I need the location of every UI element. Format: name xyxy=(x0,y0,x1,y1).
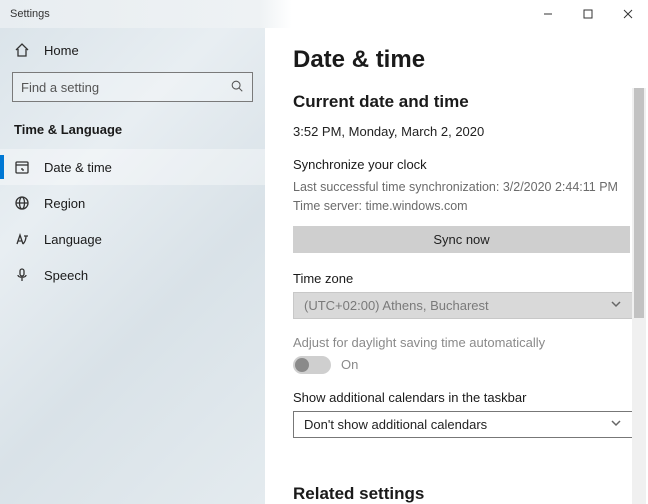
globe-icon xyxy=(14,195,30,211)
minimize-button[interactable] xyxy=(528,0,568,28)
content-pane: Date & time Current date and time 3:52 P… xyxy=(265,28,648,504)
sidebar-category: Time & Language xyxy=(0,112,265,149)
sync-server: Time server: time.windows.com xyxy=(293,197,630,216)
sidebar: Home Time & Language Date & time xyxy=(0,28,265,504)
search-input-wrap[interactable] xyxy=(12,72,253,102)
scrollbar-thumb[interactable] xyxy=(634,88,644,318)
titlebar: Settings xyxy=(0,0,648,28)
sidebar-item-language[interactable]: Language xyxy=(0,221,265,257)
sidebar-item-label: Speech xyxy=(44,268,88,283)
language-icon xyxy=(14,231,30,247)
microphone-icon xyxy=(14,267,30,283)
toggle-track xyxy=(293,356,331,374)
sidebar-item-speech[interactable]: Speech xyxy=(0,257,265,293)
timezone-select[interactable]: (UTC+02:00) Athens, Bucharest xyxy=(293,292,633,319)
current-datetime: 3:52 PM, Monday, March 2, 2020 xyxy=(293,124,630,139)
minimize-icon xyxy=(543,9,553,19)
sidebar-home[interactable]: Home xyxy=(0,34,265,66)
sidebar-item-label: Date & time xyxy=(44,160,112,175)
scrollbar[interactable] xyxy=(632,88,646,504)
calendars-label: Show additional calendars in the taskbar xyxy=(293,390,630,405)
calendars-select[interactable]: Don't show additional calendars xyxy=(293,411,633,438)
close-button[interactable] xyxy=(608,0,648,28)
timezone-label: Time zone xyxy=(293,271,630,286)
related-settings-heading: Related settings xyxy=(293,484,630,504)
close-icon xyxy=(623,9,633,19)
timezone-value: (UTC+02:00) Athens, Bucharest xyxy=(304,298,489,313)
sync-now-button[interactable]: Sync now xyxy=(293,226,630,253)
sidebar-item-region[interactable]: Region xyxy=(0,185,265,221)
home-icon xyxy=(14,42,30,58)
clock-icon xyxy=(14,159,30,175)
sync-last-success: Last successful time synchronization: 3/… xyxy=(293,178,630,197)
page-title: Date & time xyxy=(293,46,630,74)
toggle-thumb xyxy=(295,358,309,372)
dst-state: On xyxy=(341,357,358,372)
maximize-button[interactable] xyxy=(568,0,608,28)
sidebar-item-date-time[interactable]: Date & time xyxy=(0,149,265,185)
chevron-down-icon xyxy=(610,417,622,432)
sidebar-home-label: Home xyxy=(44,43,79,58)
dst-toggle: On xyxy=(293,356,630,374)
sync-clock-heading: Synchronize your clock xyxy=(293,157,630,172)
calendars-value: Don't show additional calendars xyxy=(304,417,487,432)
maximize-icon xyxy=(583,9,593,19)
chevron-down-icon xyxy=(610,298,622,313)
dst-label: Adjust for daylight saving time automati… xyxy=(293,335,630,350)
sidebar-item-label: Language xyxy=(44,232,102,247)
window-title: Settings xyxy=(10,8,50,20)
search-icon xyxy=(230,79,244,96)
sidebar-item-label: Region xyxy=(44,196,85,211)
search-input[interactable] xyxy=(21,80,230,95)
section-current-heading: Current date and time xyxy=(293,92,630,112)
